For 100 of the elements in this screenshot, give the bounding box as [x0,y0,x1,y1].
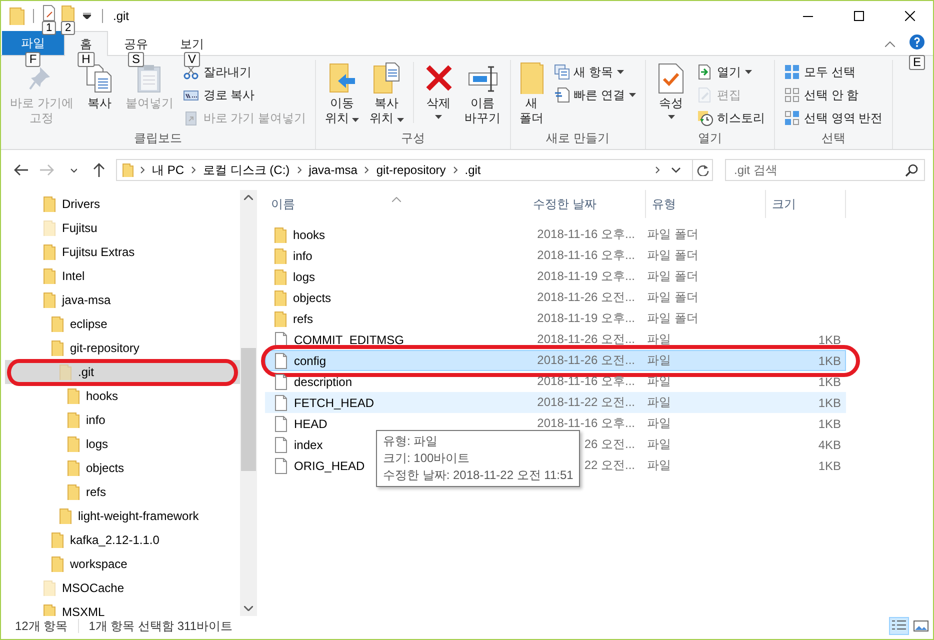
window-icon [554,64,570,80]
scrollbar[interactable] [240,190,257,616]
close-icon [905,11,915,21]
file-size: 1KB [817,374,842,388]
file-size: 1KB [817,458,842,472]
modified-date: 2018-11-22 오전... [536,394,636,411]
ribbon-button[interactable]: 삭제 [418,60,459,129]
modified-date: 2018-11-16 오후... [536,373,636,390]
clock-icon [697,110,714,126]
modified-date: 2018-11-16 오후... [536,247,636,264]
modified-date: 2018-11-19 오후... [536,310,636,327]
ribbon-button[interactable]: 새 폴더 [516,60,548,129]
keytip: 2 [60,21,76,35]
ribbon-button[interactable]: 속성 [651,60,692,129]
file-icon [274,352,288,368]
file-type: 파일 폴더 [647,268,700,285]
file-name[interactable]: objects [293,290,332,304]
tree-item[interactable]: refs [5,480,240,504]
file-type: 파일 [647,352,672,369]
file-name[interactable]: refs [293,312,314,326]
folder-icon [274,268,287,284]
tree-item[interactable]: light-weight-framework [5,504,240,528]
details-view-button[interactable] [889,617,909,635]
modified-date: 2018-11-16 오후... [536,226,636,243]
tree-item[interactable]: Fujitsu [5,216,240,240]
keytip: S [128,52,144,67]
file-menu-button[interactable]: 파일 [2,31,64,55]
grid-icon [784,110,800,126]
search-field[interactable]: .git 검색 [725,159,925,181]
file-size: 1KB [817,354,842,368]
file-type: 파일 폴더 [647,226,700,243]
ribbon-button[interactable]: 새 항목 [550,61,640,83]
file-name[interactable]: logs [293,270,316,284]
chevron-down-icon [70,168,76,172]
ribbon-button[interactable]: 빠른 연결 [550,84,640,106]
tree-item[interactable]: eclipse [5,312,240,336]
file-type: 파일 [647,457,672,474]
tree-item[interactable]: kafka_2.12-1.1.0 [5,528,240,552]
file-type: 파일 [647,415,672,432]
tree-item[interactable]: objects [5,456,240,480]
column-header[interactable]: 이름 [265,190,527,218]
up-arrow-icon [91,162,107,178]
properties-button[interactable] [42,5,56,21]
tree-item[interactable]: Intel [5,264,240,288]
group-label: 열기 [697,130,724,147]
file-name[interactable]: hooks [293,228,326,242]
column-header[interactable]: 수정한 날짜 [527,190,646,218]
ribbon-button[interactable]: 이름 바꾸기 [460,60,505,129]
ribbon-button[interactable]: 선택 안 함 [780,84,887,106]
column-header[interactable]: 크기 [766,190,846,218]
tree-item[interactable]: info [5,408,240,432]
window-title: .git [113,9,130,23]
file-size: 1KB [817,396,842,410]
folder-icon [9,7,25,25]
file-name[interactable]: info [293,248,312,262]
breadcrumb[interactable]: git-repository [375,163,447,177]
column-header[interactable]: 유형 [646,190,766,218]
help-button[interactable] [909,34,925,52]
ribbon-button[interactable]: 모두 선택 [780,61,887,83]
tree-item[interactable]: Drivers [5,192,240,216]
ribbon-button[interactable]: 경로 복사 [179,84,310,106]
file-name[interactable]: HEAD [294,416,328,430]
breadcrumb[interactable]: 내 PC [151,162,186,178]
tree-item[interactable]: logs [5,432,240,456]
tree-item[interactable]: workspace [5,552,240,576]
image-icon [913,619,929,633]
breadcrumb[interactable]: .git [464,163,482,177]
keytip: F [25,52,41,67]
ribbon-button[interactable]: 이동 위치 [321,60,364,129]
modified-date: 2018-11-26 오전... [536,352,636,369]
maximize-icon [854,11,864,21]
tree-item[interactable]: git-repository [5,336,240,360]
tree-item[interactable]: MSOCache [5,576,240,600]
file-name[interactable]: index [294,438,323,452]
file-row[interactable]: FETCH_HEAD 2018-11-22 오전... 파일 1KB [265,392,846,413]
group-label: 클립보드 [133,130,183,147]
file-type: 파일 폴더 [647,247,700,264]
ribbon-tab[interactable]: 홈 [64,31,108,56]
keytip: E [909,54,925,70]
tree-item[interactable]: Fujitsu Extras [5,240,240,264]
ribbon-button[interactable]: 선택 영역 반전 [780,107,887,129]
folder-icon [274,226,287,242]
file-name[interactable]: description [294,374,352,388]
ribbon-button[interactable]: 히스토리 [693,107,770,129]
breadcrumb[interactable]: 로컬 디스크 (C:) [202,162,291,178]
selection-info: 1개 항목 선택함 311바이트 [88,618,232,634]
group-label: 선택 [820,130,846,147]
file-name[interactable]: ORIG_HEAD [294,458,365,472]
ribbon-button[interactable]: 열기 [693,61,770,83]
tree-item[interactable]: hooks [5,384,240,408]
chevron-right-icon [296,166,302,174]
file-type: 파일 [647,373,672,390]
keytip: H [78,52,94,67]
tree-item[interactable]: java-msa [5,288,240,312]
breadcrumb[interactable]: java-msa [308,163,358,177]
file-name[interactable]: COMMIT_EDITMSG [294,332,404,346]
ribbon-button[interactable]: 복사 위치 [365,60,408,129]
tree-item[interactable]: MSXML [5,600,240,616]
file-row[interactable]: config 2018-11-26 오전... 파일 1KB [265,350,846,371]
scrollbar-thumb[interactable] [241,348,256,471]
